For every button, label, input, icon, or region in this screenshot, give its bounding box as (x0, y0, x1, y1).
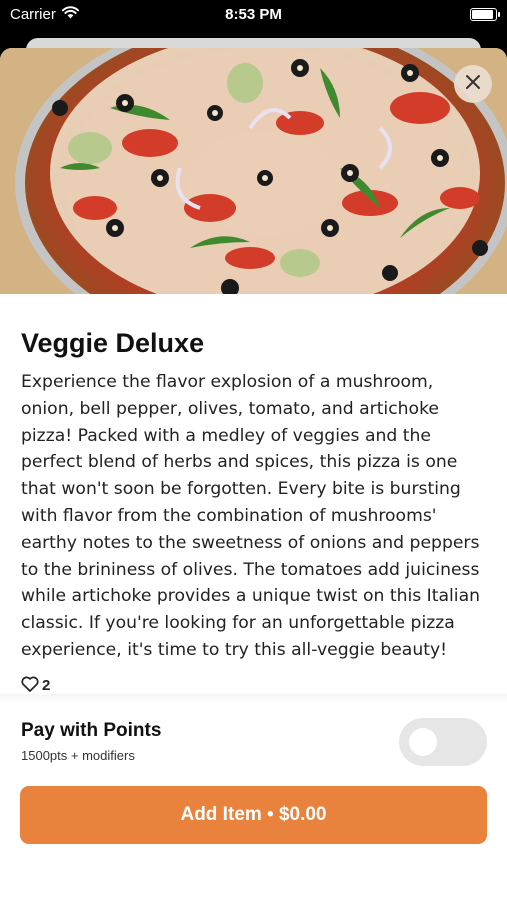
status-time: 8:53 PM (225, 6, 282, 23)
pay-with-points-toggle[interactable] (399, 718, 487, 766)
item-title: Veggie Deluxe (21, 328, 205, 358)
divider (0, 694, 507, 702)
pizza-photo (0, 48, 507, 294)
like-button[interactable]: 2 (21, 676, 489, 696)
close-button[interactable] (454, 65, 492, 103)
battery-fill (472, 10, 493, 19)
heart-outline-icon (21, 676, 39, 696)
battery-icon (470, 8, 500, 21)
item-detail-sheet: Veggie Deluxe Experience the flavor expl… (0, 48, 507, 900)
toggle-knob (409, 728, 437, 756)
item-details: Veggie Deluxe Experience the flavor expl… (21, 328, 489, 696)
close-icon (465, 74, 481, 95)
status-bar: Carrier 8:53 PM (0, 0, 507, 30)
add-item-button[interactable]: Add Item • $0.00 (20, 786, 487, 844)
pay-with-points-title: Pay with Points (21, 720, 162, 741)
pay-with-points-section: Pay with Points 1500pts + modifiers (21, 720, 161, 763)
like-count: 2 (42, 677, 51, 695)
item-description: Experience the flavor explosion of a mus… (21, 372, 480, 660)
pay-with-points-subtitle: 1500pts + modifiers (21, 748, 135, 763)
